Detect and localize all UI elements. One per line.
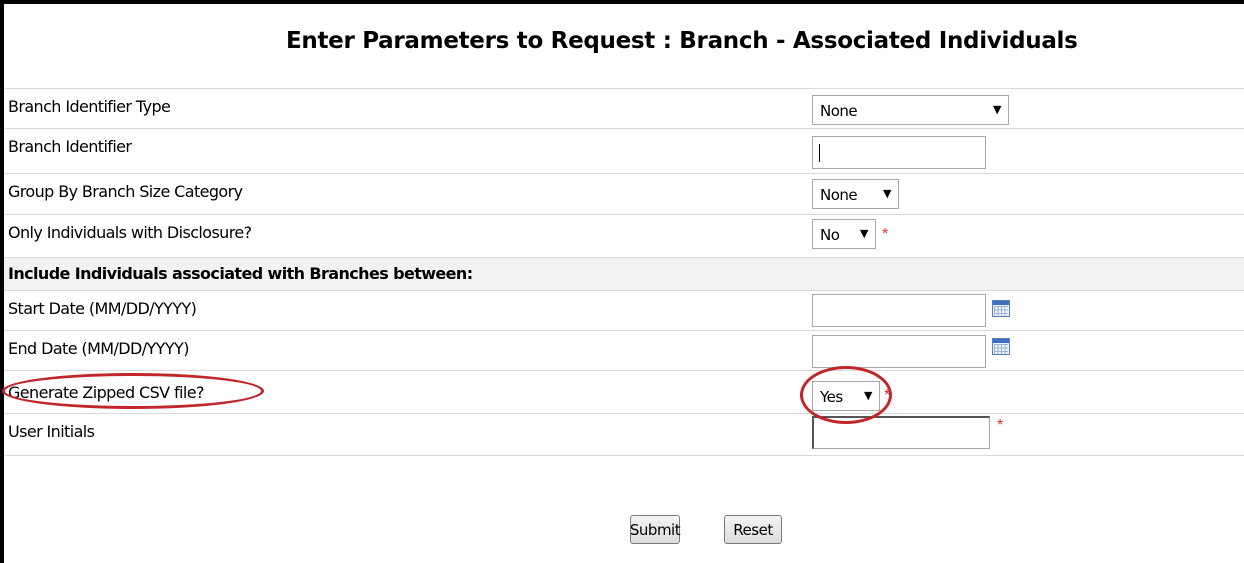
form-row-branch-identifier-type: Branch Identifier Type <box>4 88 1244 128</box>
required-marker: * <box>882 226 889 243</box>
form-row-branch-identifier: Branch Identifier <box>4 128 1244 168</box>
required-marker: * <box>997 417 1004 434</box>
section-heading-row: Include Individuals associated with Bran… <box>4 257 1244 290</box>
group-by-branch-size-value: None <box>820 186 858 204</box>
highlight-oval-label <box>2 373 264 409</box>
calendar-icon[interactable] <box>992 300 1010 317</box>
page-title: Enter Parameters to Request : Branch - A… <box>286 28 1078 54</box>
form-row-group-by-branch-size: Group By Branch Size Category <box>4 173 1244 213</box>
start-date-input[interactable] <box>812 294 986 327</box>
table-bottom-border <box>4 455 1244 456</box>
highlight-oval-select <box>800 366 892 424</box>
reset-button[interactable]: Reset <box>724 515 782 544</box>
user-initials-label: User Initials <box>8 422 95 441</box>
group-by-branch-size-select[interactable]: None ▼ <box>812 179 899 209</box>
only-with-disclosure-value: No <box>820 226 840 244</box>
branch-identifier-type-label: Branch Identifier Type <box>8 97 171 116</box>
form-row-only-with-disclosure: Only Individuals with Disclosure? <box>4 214 1244 254</box>
chevron-down-icon: ▼ <box>883 187 891 200</box>
start-date-label: Start Date (MM/DD/YYYY) <box>8 299 197 318</box>
form-row-user-initials: User Initials <box>4 413 1244 453</box>
calendar-icon[interactable] <box>992 338 1010 355</box>
only-with-disclosure-select[interactable]: No ▼ <box>812 219 876 249</box>
submit-button[interactable]: Submit <box>630 515 681 544</box>
form-row-start-date: Start Date (MM/DD/YYYY) <box>4 290 1244 330</box>
only-with-disclosure-label: Only Individuals with Disclosure? <box>8 223 252 242</box>
end-date-input[interactable] <box>812 335 986 368</box>
chevron-down-icon: ▼ <box>993 103 1001 116</box>
branch-identifier-input[interactable] <box>812 136 986 169</box>
group-by-branch-size-label: Group By Branch Size Category <box>8 182 243 201</box>
branch-identifier-label: Branch Identifier <box>8 137 132 156</box>
text-caret <box>819 144 820 162</box>
branch-identifier-type-select[interactable]: None ▼ <box>812 95 1009 125</box>
section-heading: Include Individuals associated with Bran… <box>8 264 473 283</box>
end-date-label: End Date (MM/DD/YYYY) <box>8 339 189 358</box>
window-frame-top <box>0 0 1244 4</box>
branch-identifier-type-value: None <box>820 102 858 120</box>
form-row-end-date: End Date (MM/DD/YYYY) <box>4 330 1244 370</box>
chevron-down-icon: ▼ <box>860 227 868 240</box>
